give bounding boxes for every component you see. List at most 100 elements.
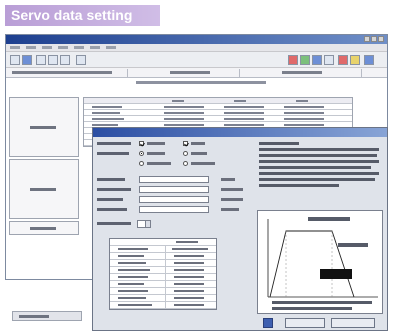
menu-item[interactable] [106, 46, 116, 49]
tab-axis-data[interactable] [130, 69, 240, 77]
graph-label [308, 217, 350, 221]
option-label [191, 142, 205, 145]
option-radio[interactable] [183, 151, 188, 156]
read-icon[interactable] [36, 55, 46, 65]
value-field[interactable] [139, 206, 209, 213]
menu-item[interactable] [90, 46, 100, 49]
value-readout [320, 269, 352, 279]
option-label [147, 142, 165, 145]
option-label [191, 162, 215, 165]
row-label [97, 142, 131, 145]
option-checkbox[interactable] [183, 141, 188, 146]
table-row [110, 295, 216, 302]
cancel-button[interactable] [331, 318, 375, 328]
graph-caption [272, 307, 352, 310]
menu-item[interactable] [26, 46, 36, 49]
dialog-body [97, 140, 383, 326]
dialog-titlebar [93, 128, 387, 137]
unit-label [221, 208, 239, 211]
row-label [97, 178, 125, 181]
row-label [97, 222, 131, 225]
menu-item[interactable] [74, 46, 84, 49]
table-row [110, 253, 216, 260]
speed-curve [269, 230, 355, 298]
save-icon[interactable] [22, 55, 32, 65]
menu-item[interactable] [10, 46, 20, 49]
open-icon[interactable] [10, 55, 20, 65]
row-label [97, 208, 127, 211]
option-radio[interactable] [139, 151, 144, 156]
setting-icon[interactable] [312, 55, 322, 65]
input-row [97, 186, 253, 193]
maximize-button[interactable] [371, 36, 377, 42]
unit-label [221, 198, 243, 201]
data-tab-bar [6, 68, 387, 78]
minimize-button[interactable] [364, 36, 370, 42]
table-row [110, 260, 216, 267]
option-radio[interactable] [139, 161, 144, 166]
option-label [191, 152, 207, 155]
speed-profile-graph [257, 210, 383, 314]
category-block[interactable] [9, 221, 79, 235]
list-icon[interactable] [324, 55, 334, 65]
graph-caption [272, 301, 372, 304]
help-icon[interactable] [364, 55, 374, 65]
test-icon[interactable] [350, 55, 360, 65]
option-checkbox[interactable] [139, 141, 144, 146]
table-row [110, 246, 216, 253]
table-header [110, 239, 216, 246]
stop-icon[interactable] [338, 55, 348, 65]
row-label [97, 152, 129, 155]
status-cell [12, 311, 82, 321]
input-row [97, 196, 253, 203]
print-icon[interactable] [76, 55, 86, 65]
explanation-text [259, 140, 383, 210]
monitor-icon[interactable] [288, 55, 298, 65]
category-column [9, 97, 79, 247]
ok-button[interactable] [285, 318, 325, 328]
section-heading: Servo data setting [5, 5, 160, 26]
graph-icon[interactable] [300, 55, 310, 65]
tab-basic-data[interactable] [8, 69, 128, 77]
setting-row [97, 140, 247, 147]
category-block[interactable] [9, 159, 79, 219]
description-line [6, 78, 387, 86]
unit-label [221, 188, 243, 191]
select-row [97, 220, 177, 228]
tab-extended-data[interactable] [242, 69, 362, 77]
option-label [147, 162, 171, 165]
unit-label [221, 178, 235, 181]
close-button[interactable] [378, 36, 384, 42]
menu-item[interactable] [58, 46, 68, 49]
graph-label [338, 243, 368, 247]
table-row [110, 281, 216, 288]
chevron-down-icon[interactable] [145, 221, 150, 227]
servo-data-dialog [92, 127, 388, 331]
table-row [110, 288, 216, 295]
option-radio[interactable] [183, 161, 188, 166]
input-row [97, 206, 253, 213]
category-block[interactable] [9, 97, 79, 157]
ok-icon[interactable] [263, 318, 273, 328]
setting-row [97, 160, 247, 167]
setting-row [97, 150, 247, 157]
write-icon[interactable] [48, 55, 58, 65]
toolbar [6, 52, 387, 68]
row-label [97, 198, 123, 201]
input-row [97, 176, 253, 183]
table-row [110, 274, 216, 281]
table-row [110, 302, 216, 309]
table-row [110, 267, 216, 274]
option-label [147, 152, 165, 155]
value-field[interactable] [139, 176, 209, 183]
result-table [109, 238, 217, 310]
row-label [97, 188, 131, 191]
verify-icon[interactable] [60, 55, 70, 65]
mode-select[interactable] [137, 220, 151, 228]
window-controls [364, 36, 384, 42]
window-titlebar [6, 35, 387, 44]
value-field[interactable] [139, 186, 209, 193]
value-field[interactable] [139, 196, 209, 203]
menu-bar [6, 44, 387, 52]
menu-item[interactable] [42, 46, 52, 49]
